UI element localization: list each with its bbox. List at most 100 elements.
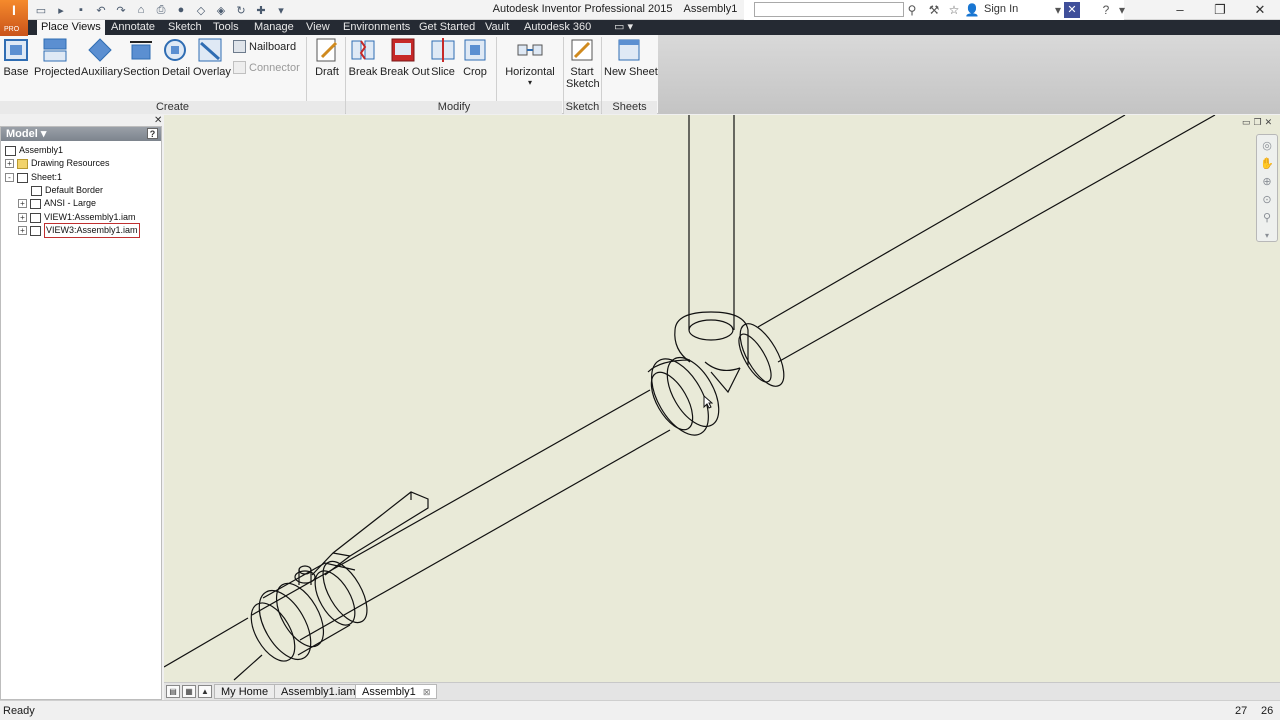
- tab-manage[interactable]: Manage: [250, 20, 298, 35]
- subscription-icon[interactable]: ⚒: [926, 2, 942, 18]
- pipe-assembly-drawing: [164, 115, 1216, 681]
- help-dropdown-icon[interactable]: ▾: [1114, 2, 1130, 18]
- browser-header[interactable]: Model ▾ ?: [1, 127, 161, 141]
- break-icon: [351, 40, 375, 60]
- horizontal-dropdown-icon[interactable]: ▾: [504, 78, 556, 87]
- drawing-canvas[interactable]: [164, 115, 1280, 682]
- canvas-minimize-icon[interactable]: ▭: [1242, 117, 1251, 128]
- zoom-window-icon[interactable]: ⚲: [1260, 211, 1274, 225]
- tree-item-drawing-resources[interactable]: + Drawing Resources: [5, 157, 110, 170]
- horizontal-alignment-button[interactable]: Horizontal ▾: [504, 37, 556, 87]
- doc-tab-my-home[interactable]: My Home: [214, 684, 276, 699]
- favorites-star-icon[interactable]: ☆: [946, 2, 962, 18]
- zoom-all-icon[interactable]: ⊙: [1260, 193, 1274, 207]
- start-sketch-icon: [571, 39, 593, 61]
- tab-autodesk-360[interactable]: Autodesk 360: [520, 20, 595, 35]
- document-tab-bar: ▤ ▦ ▲ My Home Assembly1.iam Assembly1 ⊠: [164, 682, 1280, 700]
- auxiliary-view-icon: [88, 38, 112, 62]
- tab-environments[interactable]: Environments: [339, 20, 414, 35]
- canvas-restore-icon[interactable]: ❐: [1254, 117, 1262, 128]
- start-sketch-button[interactable]: Start Sketch: [566, 37, 600, 90]
- doc-tab-assembly-iam[interactable]: Assembly1.iam: [274, 684, 363, 699]
- tree-item-view3[interactable]: + VIEW3:Assembly1.iam: [18, 223, 140, 238]
- document-title: Assembly1: [683, 3, 738, 15]
- nailboard-label: Nailboard: [249, 40, 297, 53]
- tree-item-label: Default Border: [45, 185, 104, 195]
- minimize-button[interactable]: –: [1160, 0, 1200, 20]
- connector-icon: [233, 61, 246, 74]
- create-panel-label: Create: [0, 101, 345, 114]
- tab-place-views[interactable]: Place Views: [37, 20, 105, 35]
- expand-icon[interactable]: +: [18, 213, 27, 222]
- tree-item-title-block[interactable]: + ANSI - Large: [18, 197, 96, 210]
- help-icon[interactable]: ?: [1098, 2, 1114, 18]
- restore-button[interactable]: ❐: [1200, 0, 1240, 20]
- canvas-window-controls: ▭ ❐ ✕: [1242, 117, 1272, 128]
- canvas-close-icon[interactable]: ✕: [1265, 117, 1273, 128]
- help-search-input[interactable]: [754, 2, 904, 17]
- break-out-icon: [391, 38, 415, 62]
- draft-view-button[interactable]: Draft: [312, 37, 342, 78]
- break-out-label: Break Out: [380, 66, 430, 78]
- ribbon-display-toggle-icon[interactable]: ▭ ▾: [610, 20, 637, 35]
- expand-icon[interactable]: +: [18, 199, 27, 208]
- base-view-button[interactable]: Base: [3, 37, 29, 78]
- crop-icon: [464, 39, 486, 61]
- tree-item-assembly[interactable]: Assembly1: [5, 144, 63, 157]
- application-menu-button[interactable]: I PRO: [0, 0, 28, 36]
- status-count-2: 26: [1261, 705, 1274, 717]
- section-view-button[interactable]: Section: [123, 37, 160, 78]
- doc-tab-assembly-drawing[interactable]: Assembly1 ⊠: [355, 684, 438, 699]
- expand-icon[interactable]: +: [18, 226, 27, 235]
- tree-item-label: VIEW3:Assembly1.iam: [44, 223, 140, 238]
- close-window-button[interactable]: ✕: [1240, 0, 1280, 20]
- auxiliary-view-button[interactable]: Auxiliary: [81, 37, 123, 78]
- nav-customize-icon[interactable]: ▾: [1260, 229, 1274, 243]
- view-icon: [30, 225, 41, 236]
- collapse-icon[interactable]: -: [5, 173, 14, 182]
- search-icon[interactable]: ⚲: [904, 2, 920, 18]
- tree-item-label: Assembly1: [19, 145, 64, 155]
- auxiliary-view-label: Auxiliary: [81, 66, 123, 78]
- pan-icon[interactable]: ✋: [1260, 157, 1274, 171]
- browser-close-icon[interactable]: ✕: [154, 115, 162, 126]
- sign-in-link[interactable]: Sign In: [984, 3, 1018, 15]
- slice-label: Slice: [431, 66, 455, 78]
- tree-item-default-border[interactable]: Default Border: [31, 184, 103, 197]
- steering-wheel-icon[interactable]: ◎: [1260, 139, 1274, 153]
- break-label: Break: [348, 66, 378, 78]
- zoom-icon[interactable]: ⊕: [1260, 175, 1274, 189]
- expand-icon[interactable]: +: [5, 159, 14, 168]
- detail-view-button[interactable]: Detail: [162, 37, 190, 78]
- break-button[interactable]: Break: [348, 37, 378, 78]
- browser-help-icon[interactable]: ?: [147, 128, 158, 139]
- crop-button[interactable]: Crop: [462, 37, 488, 78]
- nailboard-button[interactable]: Nailboard: [233, 40, 296, 53]
- cascade-windows-icon[interactable]: ▦: [182, 685, 196, 698]
- browser-title: Model: [6, 128, 38, 140]
- open-documents-icon[interactable]: ▲: [198, 685, 212, 698]
- ribbon-empty-area: [658, 35, 1280, 114]
- exchange-apps-icon[interactable]: ✕: [1064, 2, 1080, 18]
- break-out-button[interactable]: Break Out: [380, 37, 430, 78]
- tab-get-started[interactable]: Get Started: [415, 20, 479, 35]
- tree-item-sheet[interactable]: - Sheet:1: [5, 171, 62, 184]
- tab-annotate[interactable]: Annotate: [107, 20, 159, 35]
- sheets-panel-label: Sheets: [602, 101, 657, 114]
- tab-view[interactable]: View: [302, 20, 334, 35]
- tab-vault[interactable]: Vault: [481, 20, 513, 35]
- slice-button[interactable]: Slice: [429, 37, 457, 78]
- status-count-1: 27: [1235, 705, 1248, 717]
- overlay-view-label: Overlay: [193, 66, 231, 78]
- tile-windows-icon[interactable]: ▤: [166, 685, 180, 698]
- doc-tab-label: Assembly1: [362, 686, 416, 698]
- horizontal-alignment-label: Horizontal: [505, 66, 555, 78]
- tab-tools[interactable]: Tools: [209, 20, 243, 35]
- browser-title-dropdown-icon[interactable]: ▾: [41, 128, 47, 140]
- tab-sketch[interactable]: Sketch: [164, 20, 206, 35]
- new-sheet-button[interactable]: New Sheet: [604, 37, 658, 78]
- overlay-view-button[interactable]: Overlay: [193, 37, 231, 78]
- close-tab-icon[interactable]: ⊠: [423, 687, 431, 697]
- modify-panel-label: Modify: [346, 101, 562, 114]
- projected-view-button[interactable]: Projected: [34, 37, 80, 78]
